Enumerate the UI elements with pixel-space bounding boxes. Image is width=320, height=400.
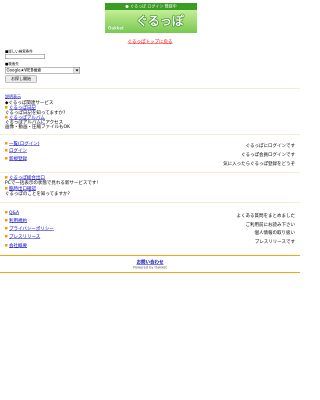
header-banner[interactable]: ● ぐるっぽ ログイン 登録中 — [105, 3, 197, 10]
banner-text: ● ぐるっぽ ログイン 登録中 — [125, 4, 177, 9]
info-item-terms[interactable]: 利用規約 — [5, 219, 27, 224]
bullet-icon — [5, 106, 8, 109]
bullet-icon — [5, 157, 8, 160]
info-link[interactable]: プライバシーポリシー — [9, 227, 54, 232]
bullet-icon — [5, 211, 8, 214]
account-link[interactable]: ログイン — [9, 149, 27, 154]
search-target-value: Google★WEB検索 — [6, 68, 42, 73]
bullet-icon — [5, 227, 8, 230]
bullet-icon — [5, 187, 8, 190]
site-logo[interactable]: Oakket ぐるっぽ — [105, 10, 197, 33]
footer-divider-top — [0, 255, 300, 256]
search-condition-label: ■詳しい検索条件 — [5, 49, 33, 54]
divider — [0, 172, 300, 173]
bullet-icon — [5, 176, 8, 179]
logo-brand-main: ぐるっぽ — [136, 14, 184, 28]
search-submit-button[interactable]: お探し開始 — [5, 75, 37, 83]
info-link[interactable]: プレスリリース — [9, 235, 40, 240]
info-desc: ご利用前にお読み下さい — [245, 222, 295, 228]
info-desc: よくある質問をまとめました — [236, 213, 295, 219]
account-link[interactable]: 一覧(ログイン) — [9, 142, 40, 147]
chevron-down-icon — [75, 69, 79, 72]
powered-by-text: Powered by Oakket — [133, 265, 167, 270]
info-item-faq[interactable]: Q&A — [5, 211, 19, 216]
account-item-login[interactable]: ログイン — [5, 149, 27, 154]
info-link[interactable]: Q&A — [9, 211, 19, 216]
contact-link[interactable]: お問い合わせ — [0, 260, 300, 265]
info-item-privacy[interactable]: プライバシーポリシー — [5, 227, 54, 232]
bullet-icon — [5, 116, 8, 119]
extras-desc: PCで一括表示の状態で見れる新サービスです! — [5, 180, 99, 186]
account-desc: 気に入ったらぐるっぽ登録をどうぞ — [223, 161, 295, 167]
info-item-company[interactable]: 会社概要 — [5, 244, 27, 249]
account-desc: ぐるっぽ会員ログインです — [241, 152, 295, 158]
divider — [0, 88, 300, 89]
bullet-icon — [5, 235, 8, 238]
account-item-list-login[interactable]: 一覧(ログイン) — [5, 142, 40, 147]
extras-desc: ぐるっぽのことを知ってますか? — [5, 191, 70, 197]
info-desc: プレスリリースです — [254, 239, 295, 245]
bullet-icon — [5, 149, 8, 152]
bullet-icon — [5, 142, 8, 145]
search-target-label: ■検索先 — [5, 62, 19, 66]
search-input[interactable] — [5, 54, 45, 59]
info-item-press[interactable]: プレスリリース — [5, 235, 40, 240]
help-link[interactable]: 説明表示 — [5, 95, 21, 100]
info-link[interactable]: 利用規約 — [9, 219, 27, 224]
page: ● ぐるっぽ ログイン 登録中 Oakket ぐるっぽ ぐるっぽトップに戻る ■… — [0, 0, 300, 400]
select-arrow-button[interactable] — [73, 67, 80, 73]
top-page-link[interactable]: ぐるっぽトップに戻る — [0, 40, 300, 45]
info-link[interactable]: 会社概要 — [9, 244, 27, 249]
bullet-icon — [5, 219, 8, 222]
bullet-icon — [5, 244, 8, 247]
info-desc: 個人情報の取り扱い — [254, 230, 295, 236]
account-desc: ぐるっぽにログインです — [245, 143, 295, 149]
divider — [0, 202, 300, 203]
account-link[interactable]: 新規登録 — [9, 157, 27, 162]
divider — [0, 134, 300, 135]
logo-brand-small: Oakket — [108, 26, 124, 31]
footer-divider-bottom — [0, 272, 300, 273]
service-desc: 画像・動画・圧縮ファイルもOK — [5, 124, 70, 130]
search-target-select[interactable]: Google★WEB検索 — [5, 67, 80, 74]
account-item-register[interactable]: 新規登録 — [5, 157, 27, 162]
